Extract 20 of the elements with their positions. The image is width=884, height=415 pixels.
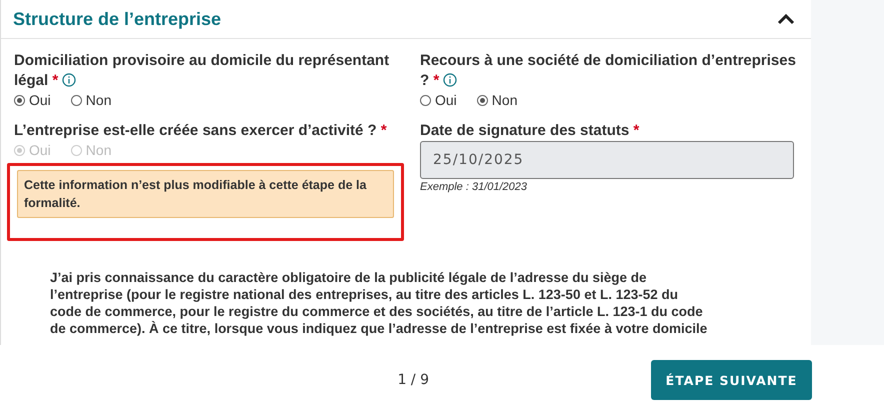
field-label: Recours à une société de domiciliation d’entreprises ? *: [420, 51, 797, 91]
radio-option[interactable]: Non: [476, 91, 518, 109]
field-label: Domiciliation provisoire au domicile du représentant légal *: [14, 51, 390, 91]
notice-text: J’ai pris connaissance du caractère obligatoire de la publicité légale de l’adresse du siège de: [50, 269, 648, 286]
info-icon[interactable]: [443, 73, 458, 87]
section-title: Structure de l’entreprise: [13, 8, 222, 30]
notice-text: l’entreprise (pour le registre national des entreprises, au titre des articles L. 123-50 et L. 123-52 du: [50, 286, 679, 303]
chevron-icon[interactable]: [777, 13, 795, 25]
field-hint: Exemple : 31/01/2023: [420, 181, 528, 193]
warning-message: Cette information n’est plus modifiable à cette étape de la formalité.: [17, 170, 394, 218]
page-indicator: 1 / 9: [398, 372, 429, 388]
info-icon[interactable]: [62, 73, 76, 87]
radio-option[interactable]: Oui: [14, 91, 51, 109]
notice-text: de commerce). À ce titre, lorsque vous indiquez que l’adresse de l’entreprise est fixée à votre domicile: [50, 320, 708, 337]
field-label: Date de signature des statuts *: [420, 121, 640, 141]
next-step-button[interactable]: ÉTAPE SUIVANTE: [651, 360, 812, 400]
field-label: L’entreprise est-elle créée sans exercer d’activité ? *: [14, 121, 387, 141]
radio-option[interactable]: Non: [70, 91, 112, 109]
notice-text: code de commerce, pour le registre du commerce et des sociétés, au titre de l’article L. 123-1 du code: [50, 303, 704, 320]
radio-option[interactable]: Oui: [420, 91, 457, 109]
